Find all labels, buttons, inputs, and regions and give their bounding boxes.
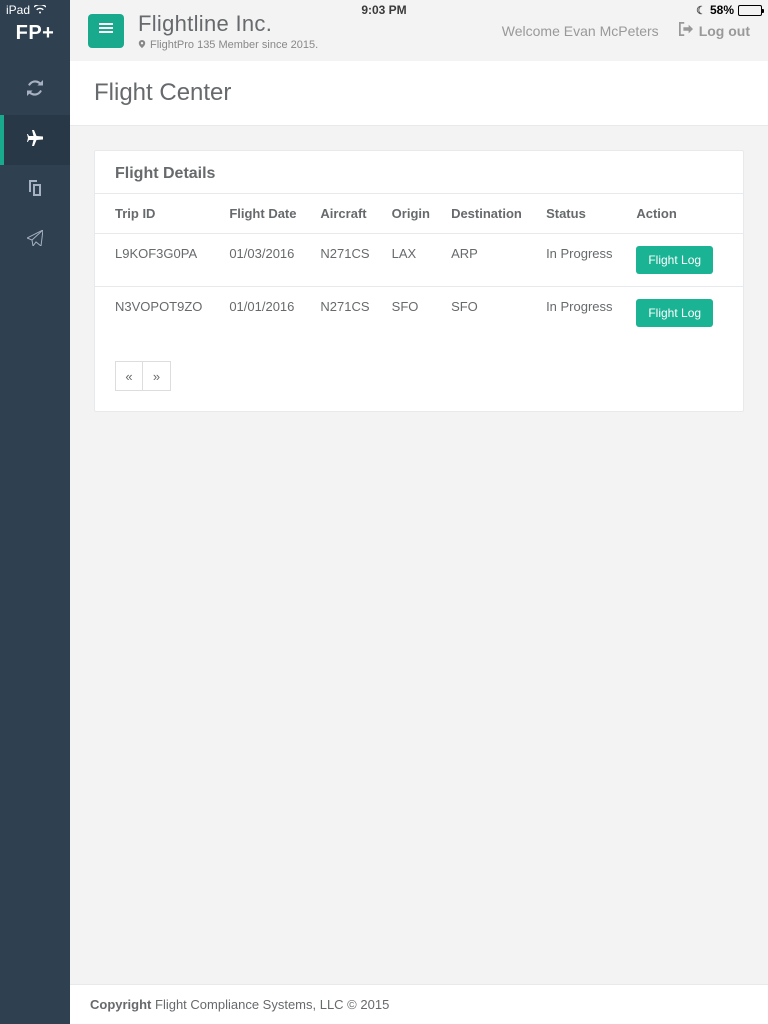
th-action: Action (628, 194, 743, 234)
cell-aircraft: N271CS (312, 234, 383, 287)
cell-destination: ARP (443, 234, 538, 287)
page-title: Flight Center (94, 79, 744, 107)
cell-origin: LAX (384, 234, 443, 287)
main-area: Flightline Inc. FlightPro 135 Member sin… (70, 0, 768, 1024)
panel-body: Trip ID Flight Date Aircraft Origin Dest… (95, 194, 743, 411)
cell-destination: SFO (443, 287, 538, 340)
logout-label: Log out (699, 23, 750, 39)
flights-table: Trip ID Flight Date Aircraft Origin Dest… (95, 194, 743, 339)
refresh-icon (27, 80, 43, 101)
nav-refresh[interactable] (0, 65, 70, 115)
th-destination: Destination (443, 194, 538, 234)
th-flight-date: Flight Date (221, 194, 312, 234)
nav-flights[interactable] (0, 115, 70, 165)
member-line: FlightPro 135 Member since 2015. (138, 39, 318, 51)
nav-send[interactable] (0, 215, 70, 265)
th-status: Status (538, 194, 628, 234)
left-sidebar: FP+ (0, 0, 70, 1024)
flight-log-button[interactable]: Flight Log (636, 299, 713, 327)
panel-title: Flight Details (115, 165, 723, 183)
th-origin: Origin (384, 194, 443, 234)
cell-status: In Progress (538, 234, 628, 287)
hamburger-icon (99, 21, 113, 40)
member-text: FlightPro 135 Member since 2015. (150, 39, 318, 51)
cell-trip-id: L9KOF3G0PA (95, 234, 221, 287)
battery-percent: 58% (710, 3, 734, 17)
signout-icon (679, 22, 693, 39)
pagination: « » (115, 361, 743, 391)
footer: Copyright Flight Compliance Systems, LLC… (70, 984, 768, 1024)
cell-trip-id: N3VOPOT9ZO (95, 287, 221, 340)
dnd-moon-icon: ☾ (696, 4, 706, 17)
flight-log-button[interactable]: Flight Log (636, 246, 713, 274)
brand-logo: FP+ (16, 22, 55, 45)
cell-flight-date: 01/01/2016 (221, 287, 312, 340)
th-trip-id: Trip ID (95, 194, 221, 234)
table-row: L9KOF3G0PA 01/03/2016 N271CS LAX ARP In … (95, 234, 743, 287)
footer-strong: Copyright (90, 997, 151, 1012)
battery-icon (738, 5, 762, 16)
th-aircraft: Aircraft (312, 194, 383, 234)
content-area: Flight Details Trip ID Flight Date Aircr… (70, 126, 768, 984)
page-next-button[interactable]: » (143, 361, 171, 391)
page-prev-button[interactable]: « (115, 361, 143, 391)
page-heading: Flight Center (70, 61, 768, 126)
device-label: iPad (6, 3, 30, 17)
paper-plane-icon (27, 230, 43, 251)
cell-aircraft: N271CS (312, 287, 383, 340)
cell-flight-date: 01/03/2016 (221, 234, 312, 287)
ios-status-bar: iPad 9:03 PM ☾ 58% (0, 0, 768, 20)
plane-icon (27, 130, 43, 151)
wifi-icon (34, 3, 46, 17)
panel-title-bar: Flight Details (95, 151, 743, 194)
map-pin-icon (138, 39, 146, 51)
footer-text: Flight Compliance Systems, LLC © 2015 (151, 997, 389, 1012)
copy-icon (27, 180, 43, 201)
flight-details-panel: Flight Details Trip ID Flight Date Aircr… (94, 150, 744, 412)
nav-documents[interactable] (0, 165, 70, 215)
table-row: N3VOPOT9ZO 01/01/2016 N271CS SFO SFO In … (95, 287, 743, 340)
cell-origin: SFO (384, 287, 443, 340)
logout-button[interactable]: Log out (679, 22, 750, 39)
status-time: 9:03 PM (361, 3, 406, 17)
cell-status: In Progress (538, 287, 628, 340)
welcome-text: Welcome Evan McPeters (502, 23, 659, 39)
table-header-row: Trip ID Flight Date Aircraft Origin Dest… (95, 194, 743, 234)
